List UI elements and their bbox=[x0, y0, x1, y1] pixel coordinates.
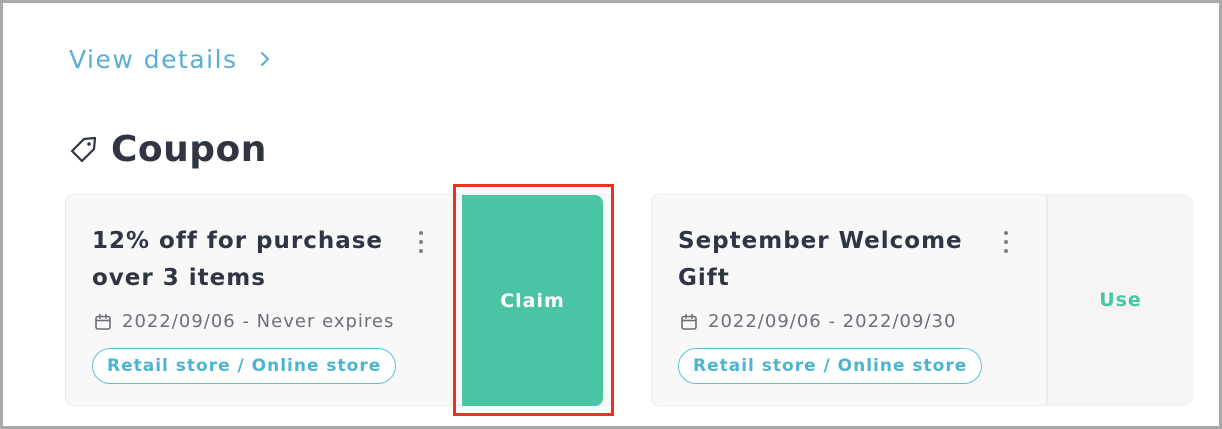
section-title: Coupon bbox=[111, 128, 267, 170]
coupon-title: 12% off for purchase over 3 items bbox=[92, 228, 384, 291]
use-button[interactable]: Use bbox=[1046, 195, 1193, 405]
screenshot-frame: View details Coupon 12% off for purchase… bbox=[0, 0, 1222, 429]
coupon-section-heading: Coupon bbox=[69, 127, 267, 171]
coupon-date-range: 2022/09/06 - Never expires bbox=[122, 311, 395, 332]
store-channel-badge: Retail store / Online store bbox=[678, 348, 983, 384]
view-details-label: View details bbox=[69, 44, 238, 74]
calendar-icon bbox=[681, 313, 697, 330]
view-details-link[interactable]: View details bbox=[69, 41, 272, 77]
coupon-title: September Welcome Gift bbox=[678, 228, 963, 291]
coupon-card: September Welcome Gift 2022/09/06 - 2022… bbox=[651, 194, 1193, 406]
coupon-validity: 2022/09/06 - Never expires bbox=[94, 311, 394, 332]
chevron-right-icon bbox=[260, 52, 269, 66]
tag-icon bbox=[70, 136, 97, 163]
coupon-validity: 2022/09/06 - 2022/09/30 bbox=[680, 311, 956, 332]
claim-button[interactable]: Claim bbox=[462, 195, 603, 406]
more-options-icon[interactable] bbox=[1002, 231, 1010, 253]
coupon-date-range: 2022/09/06 - 2022/09/30 bbox=[708, 311, 957, 332]
calendar-icon bbox=[95, 313, 111, 330]
store-channel-badge: Retail store / Online store bbox=[92, 348, 397, 384]
more-options-icon[interactable] bbox=[417, 231, 425, 253]
